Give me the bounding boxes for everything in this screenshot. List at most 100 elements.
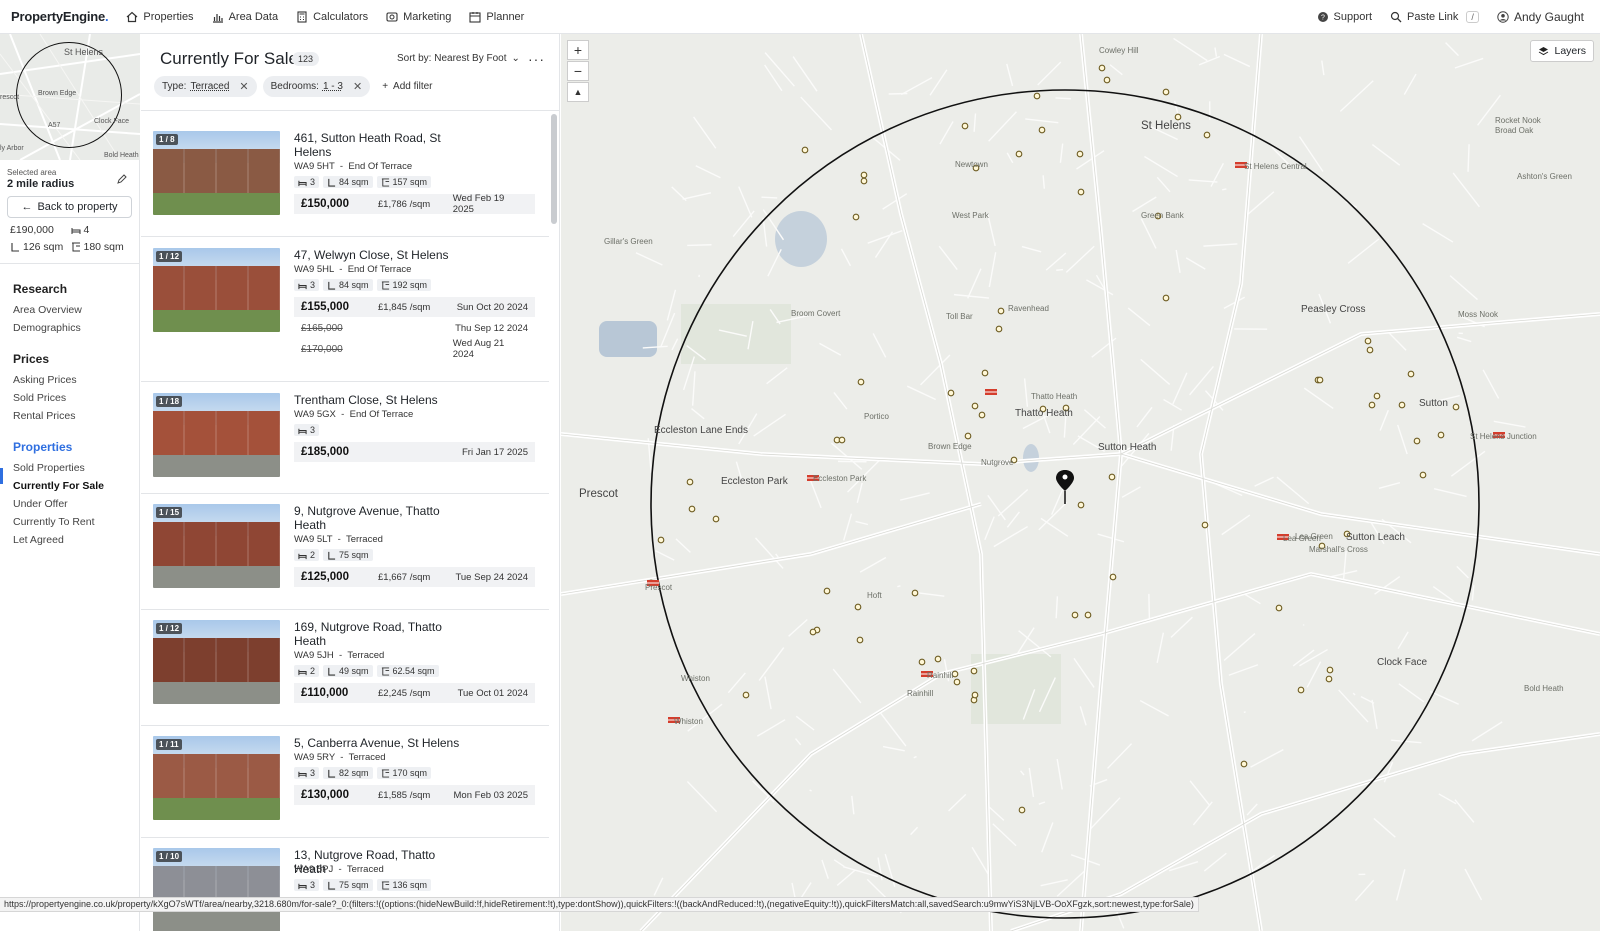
property-address[interactable]: 169, Nutgrove Road, Thatto Heath <box>294 620 464 648</box>
nav-marketing[interactable]: Marketing <box>386 11 451 23</box>
listing-card[interactable]: 1 / 10 13, Nutgrove Road, Thatto Heath WA9… <box>141 838 549 931</box>
sidebar-link-currently-to-rent[interactable]: Currently To Rent <box>13 516 126 528</box>
street <box>1073 657 1095 688</box>
more-options-button[interactable]: ··· <box>528 51 545 67</box>
map-canvas[interactable] <box>561 34 1600 931</box>
layers-button[interactable]: Layers <box>1530 40 1594 62</box>
listing-card[interactable]: 1 / 12 169, Nutgrove Road, Thatto Heath WA… <box>141 610 549 726</box>
property-address[interactable]: Trentham Close, St Helens <box>294 393 464 407</box>
paste-link-button[interactable]: Paste Link / <box>1390 10 1479 23</box>
property-marker <box>1407 370 1415 378</box>
property-photo[interactable]: 1 / 8 <box>153 131 280 215</box>
listing-card[interactable]: 1 / 8 461, Sutton Heath Road, St Helens WA… <box>141 121 549 237</box>
property-marker <box>978 411 986 419</box>
zoom-out-button[interactable]: − <box>567 61 589 81</box>
street <box>1250 748 1284 768</box>
property-type: Terraced <box>347 650 385 661</box>
property-marker <box>947 389 955 397</box>
property-address[interactable]: 461, Sutton Heath Road, St Helens <box>294 131 464 159</box>
property-photo[interactable]: 1 / 12 <box>153 248 280 332</box>
property-subtitle: WA9 5JH - Terraced <box>294 650 384 661</box>
property-photo[interactable]: 1 / 12 <box>153 620 280 704</box>
listing-card[interactable]: 1 / 18 Trentham Close, St Helens WA9 5GX -… <box>141 382 549 494</box>
property-photo[interactable]: 1 / 10 <box>153 848 280 931</box>
listed-date: Fri Jan 17 2025 <box>461 446 528 458</box>
user-menu[interactable]: Andy Gaught <box>1497 10 1584 24</box>
close-icon[interactable]: ✕ <box>239 80 248 93</box>
property-features: 2 75 sqm <box>294 549 373 561</box>
property-features: 3 <box>294 424 320 436</box>
property-marker <box>1203 131 1211 139</box>
listing-card[interactable]: 1 / 11 5, Canberra Avenue, St Helens WA9 5… <box>141 726 549 838</box>
floor-area-feature: 82 sqm <box>323 767 373 779</box>
floor-area-feature: 75 sqm <box>323 549 373 561</box>
pencil-icon[interactable] <box>117 174 127 184</box>
street <box>1449 275 1478 301</box>
price-row: £110,000 £2,245 /sqm Tue Oct 01 2024 <box>294 683 535 703</box>
street <box>913 755 917 759</box>
sidebar-link-sold-prices[interactable]: Sold Prices <box>13 392 126 404</box>
price-row: £150,000 £1,786 /sqm Wed Feb 19 2025 <box>294 193 535 215</box>
paste-link-label: Paste Link <box>1407 10 1459 23</box>
sidebar-link-currently-for-sale[interactable]: Currently For Sale <box>13 480 126 492</box>
zoom-in-button[interactable]: + <box>567 40 589 60</box>
street <box>882 745 905 752</box>
nav-area-data[interactable]: Area Data <box>212 10 279 23</box>
map-place-label: Toll Bar <box>946 312 973 321</box>
property-photo[interactable]: 1 / 11 <box>153 736 280 820</box>
nav-area-data-label: Area Data <box>228 10 279 23</box>
back-to-property-button[interactable]: ← Back to property <box>7 196 132 218</box>
sidebar-link-under-offer[interactable]: Under Offer <box>13 498 126 510</box>
nav-properties[interactable]: Properties <box>126 11 194 23</box>
street <box>1172 372 1188 405</box>
reset-north-button[interactable]: ▲ <box>567 82 589 102</box>
add-filter-button[interactable]: + Add filter <box>382 81 432 92</box>
floor-area-feature: 84 sqm <box>323 279 373 291</box>
price: £165,000 <box>301 322 343 334</box>
street <box>635 252 663 266</box>
map-view[interactable]: St Helens Prescot Thatto Heath Sutton Heath… <box>561 34 1600 931</box>
street <box>1163 398 1182 411</box>
sidebar-link-demographics[interactable]: Demographics <box>13 322 126 334</box>
sidebar-link-sold-properties[interactable]: Sold Properties <box>13 462 126 474</box>
filter-chip-bedrooms[interactable]: Bedrooms: 1 - 3 ✕ <box>262 76 371 97</box>
nav-calculators[interactable]: Calculators <box>296 11 368 23</box>
property-photo[interactable]: 1 / 15 <box>153 504 280 588</box>
property-photo[interactable]: 1 / 18 <box>153 393 280 477</box>
property-subtitle: WA9 5PJ - Terraced <box>294 864 384 875</box>
postcode: WA9 5JH <box>294 650 334 661</box>
separator: - <box>333 650 348 661</box>
street <box>693 116 717 149</box>
street <box>1378 481 1401 490</box>
property-marker <box>1077 501 1085 509</box>
filter-chip-type[interactable]: Type: Terraced ✕ <box>154 76 257 97</box>
sort-dropdown[interactable]: Sort by: Nearest By Foot ⌄ <box>397 53 520 64</box>
support-link[interactable]: ? Support <box>1317 11 1372 23</box>
sidebar-link-area-overview[interactable]: Area Overview <box>13 304 126 316</box>
major-road <box>561 502 982 596</box>
scrollbar[interactable] <box>551 114 557 224</box>
logo[interactable]: PropertyEngine. <box>11 9 109 24</box>
sidebar-link-rental-prices[interactable]: Rental Prices <box>13 410 126 422</box>
nav-planner[interactable]: Planner <box>469 11 524 23</box>
plot-area-icon <box>381 177 389 187</box>
sidebar-link-asking-prices[interactable]: Asking Prices <box>13 374 126 386</box>
arrow-left-icon: ← <box>21 201 33 213</box>
property-marker <box>1174 113 1182 121</box>
minimap[interactable]: St Helens rescot Brown Edge A57 Clock Fa… <box>0 34 140 160</box>
photo-ground <box>153 566 280 588</box>
property-address[interactable]: 5, Canberra Avenue, St Helens <box>294 736 464 750</box>
sidebar-link-let-agreed[interactable]: Let Agreed <box>13 534 126 546</box>
listing-card[interactable]: 1 / 12 47, Welwyn Close, St Helens WA9 5HL… <box>141 237 549 382</box>
street <box>1025 118 1059 124</box>
selected-area-value: 2 mile radius <box>7 178 75 190</box>
property-address[interactable]: 47, Welwyn Close, St Helens <box>294 248 464 262</box>
photo-house <box>153 149 280 194</box>
street <box>1023 378 1029 407</box>
listing-card[interactable]: 1 / 15 9, Nutgrove Avenue, Thatto Heath WA… <box>141 494 549 610</box>
property-address[interactable]: 9, Nutgrove Avenue, Thatto Heath <box>294 504 464 532</box>
street <box>1045 252 1067 271</box>
close-icon[interactable]: ✕ <box>353 80 362 93</box>
listed-date: Wed Aug 21 2024 <box>452 338 505 360</box>
map-place-label: Newtown <box>955 160 988 169</box>
